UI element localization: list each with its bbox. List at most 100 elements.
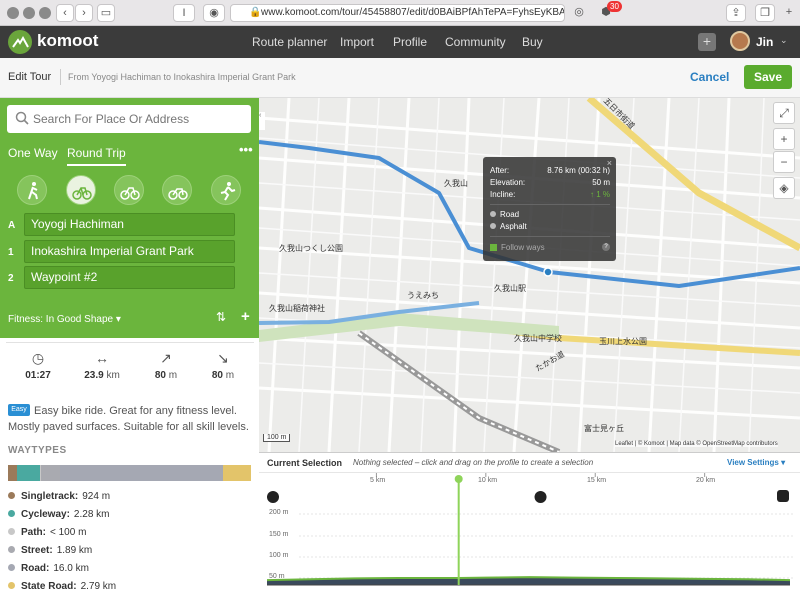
bike-touring-icon[interactable] [114,175,144,205]
forward-button[interactable]: › [75,4,93,22]
waypoint-label-1: 1 [8,247,14,258]
search-box[interactable] [7,105,251,133]
map-canvas[interactable] [259,98,800,452]
reorder-icon[interactable]: ⇅ [216,310,226,324]
edit-tour-bar: Edit Tour From Yoyogi Hachiman to Inokas… [0,58,800,98]
collapse-panel-icon[interactable]: ‹ [259,112,265,130]
nav-import[interactable]: Import [340,35,374,49]
mountain-bike-icon[interactable] [162,175,192,205]
save-button[interactable]: Save [744,65,792,89]
checkbox-icon[interactable] [490,244,497,251]
distance-icon: ↔ [95,350,109,366]
waytypes-heading: WAYTYPES [8,445,67,456]
avatar[interactable] [730,31,750,51]
komoot-logo-icon[interactable] [8,30,32,54]
sidebar-toggle-icon[interactable]: ▭ [97,4,115,22]
more-options-icon[interactable]: ••• [239,142,253,157]
tooltip-surface: Road [500,210,520,219]
x-tick-label: 10 km [478,477,498,484]
current-selection-label: Current Selection [267,458,343,468]
fullscreen-icon[interactable]: ⤢ [773,102,795,124]
tooltip-after-label: After: [490,166,510,175]
downhill-unit: m [225,370,235,381]
search-input[interactable] [33,110,243,128]
map-label: 久我山稲荷神社 [269,304,325,313]
fitness-dropdown[interactable]: Fitness: In Good Shape ▾ [8,314,121,325]
tabs-icon[interactable]: ❐ [755,4,775,22]
map[interactable]: 五日市街道 久我山 久我山駅 うえみち たかお道 富士見ヶ丘 久我山つくし公園 … [259,98,800,452]
tab-one-way[interactable]: One Way [8,146,58,160]
layers-icon[interactable]: ◈ [773,177,795,199]
waytype-bar-segment [8,465,17,481]
cancel-button[interactable]: Cancel [690,70,729,84]
map-label: 久我山つくし公園 [279,244,343,253]
extension-icon[interactable]: ◉ [203,4,225,22]
add-waypoint-icon[interactable]: + [241,308,250,325]
share-icon[interactable]: ⇪ [726,4,746,22]
tooltip-follow-ways[interactable]: Follow ways [501,243,545,252]
waytype-bar-segment [17,465,40,481]
stat-duration: ◷ 01:27 [8,350,68,381]
reader-icon[interactable]: I [173,4,195,22]
address-bar[interactable]: 🔒 www.komoot.com/tour/45458807/edit/d0BA… [230,4,565,22]
view-settings-button[interactable]: View Settings ▾ [727,458,785,467]
maximize-window-button[interactable] [39,7,51,19]
end-marker-icon[interactable] [777,490,789,502]
tab-round-trip[interactable]: Round Trip [67,146,126,166]
waytype-bar-segment [60,465,223,481]
waypoint-label-a: A [8,220,16,231]
road-bike-icon[interactable] [66,175,96,205]
y-tick-label: 100 m [269,552,289,559]
waytype-name: Road: [21,563,50,574]
close-window-button[interactable] [7,7,19,19]
shield-icon[interactable]: ◎ [572,4,586,22]
chevron-down-icon[interactable]: ⌄ [780,35,788,46]
uphill-icon: ↗ [160,350,172,366]
map-label: うえみち [407,291,439,300]
back-button[interactable]: ‹ [56,4,74,22]
route-position-marker[interactable] [543,267,553,277]
waytype-name: Path: [21,527,46,538]
zoom-out-icon[interactable]: − [773,151,795,173]
nav-route-planner[interactable]: Route planner [252,35,327,49]
waytype-value: 1.89 km [56,545,93,556]
add-icon[interactable]: + [698,33,716,51]
top-nav: komoot Route planner Import Profile Comm… [0,26,800,58]
y-tick-label: 150 m [269,531,289,538]
help-icon[interactable]: ? [602,243,610,251]
running-icon[interactable] [211,175,241,205]
zoom-in-icon[interactable]: + [773,128,795,150]
selection-hint: Nothing selected – click and drag on the… [353,458,594,467]
nav-profile[interactable]: Profile [393,35,427,49]
cursor-handle-icon[interactable] [454,475,463,483]
route-info-tooltip: × After: 8.76 km (00:32 h) Elevation: 50 m… [483,157,616,261]
waytype-bar-segment [223,465,251,481]
nav-community[interactable]: Community [445,35,506,49]
waytype-item: Street: 1.89 km [8,545,92,556]
user-name[interactable]: Jin [756,35,773,49]
waypoint-2[interactable]: Waypoint #2 [24,266,235,289]
downhill-value: 80 [211,370,223,381]
hiking-icon[interactable] [17,175,47,205]
divider [6,342,254,343]
start-marker-icon[interactable] [267,491,279,503]
divider [60,69,61,85]
new-tab-icon[interactable]: + [782,4,796,22]
waytype-value: 16.0 km [53,563,89,574]
map-attribution: Leaflet | © Komoot | Map data © OpenStre… [615,441,778,447]
map-scale: 100 m [263,434,291,442]
waypoint-marker-icon[interactable] [534,491,547,503]
brand-name[interactable]: komoot [37,31,98,51]
duration-value: 01:27 [25,370,51,381]
waypoint-start[interactable]: Yoyogi Hachiman [24,213,235,236]
elevation-profile[interactable]: Current Selection Nothing selected – cli… [259,452,800,600]
waytype-dot-icon [8,528,15,535]
distance-value: 23.9 [84,370,104,381]
waypoint-1[interactable]: Inokashira Imperial Grant Park [24,240,235,263]
map-label: 富士見ヶ丘 [584,424,624,433]
tooltip-elevation-label: Elevation: [490,178,526,187]
waypoint-label-2: 2 [8,273,14,284]
nav-buy[interactable]: Buy [522,35,543,49]
elevation-chart[interactable] [259,473,800,601]
minimize-window-button[interactable] [23,7,35,19]
